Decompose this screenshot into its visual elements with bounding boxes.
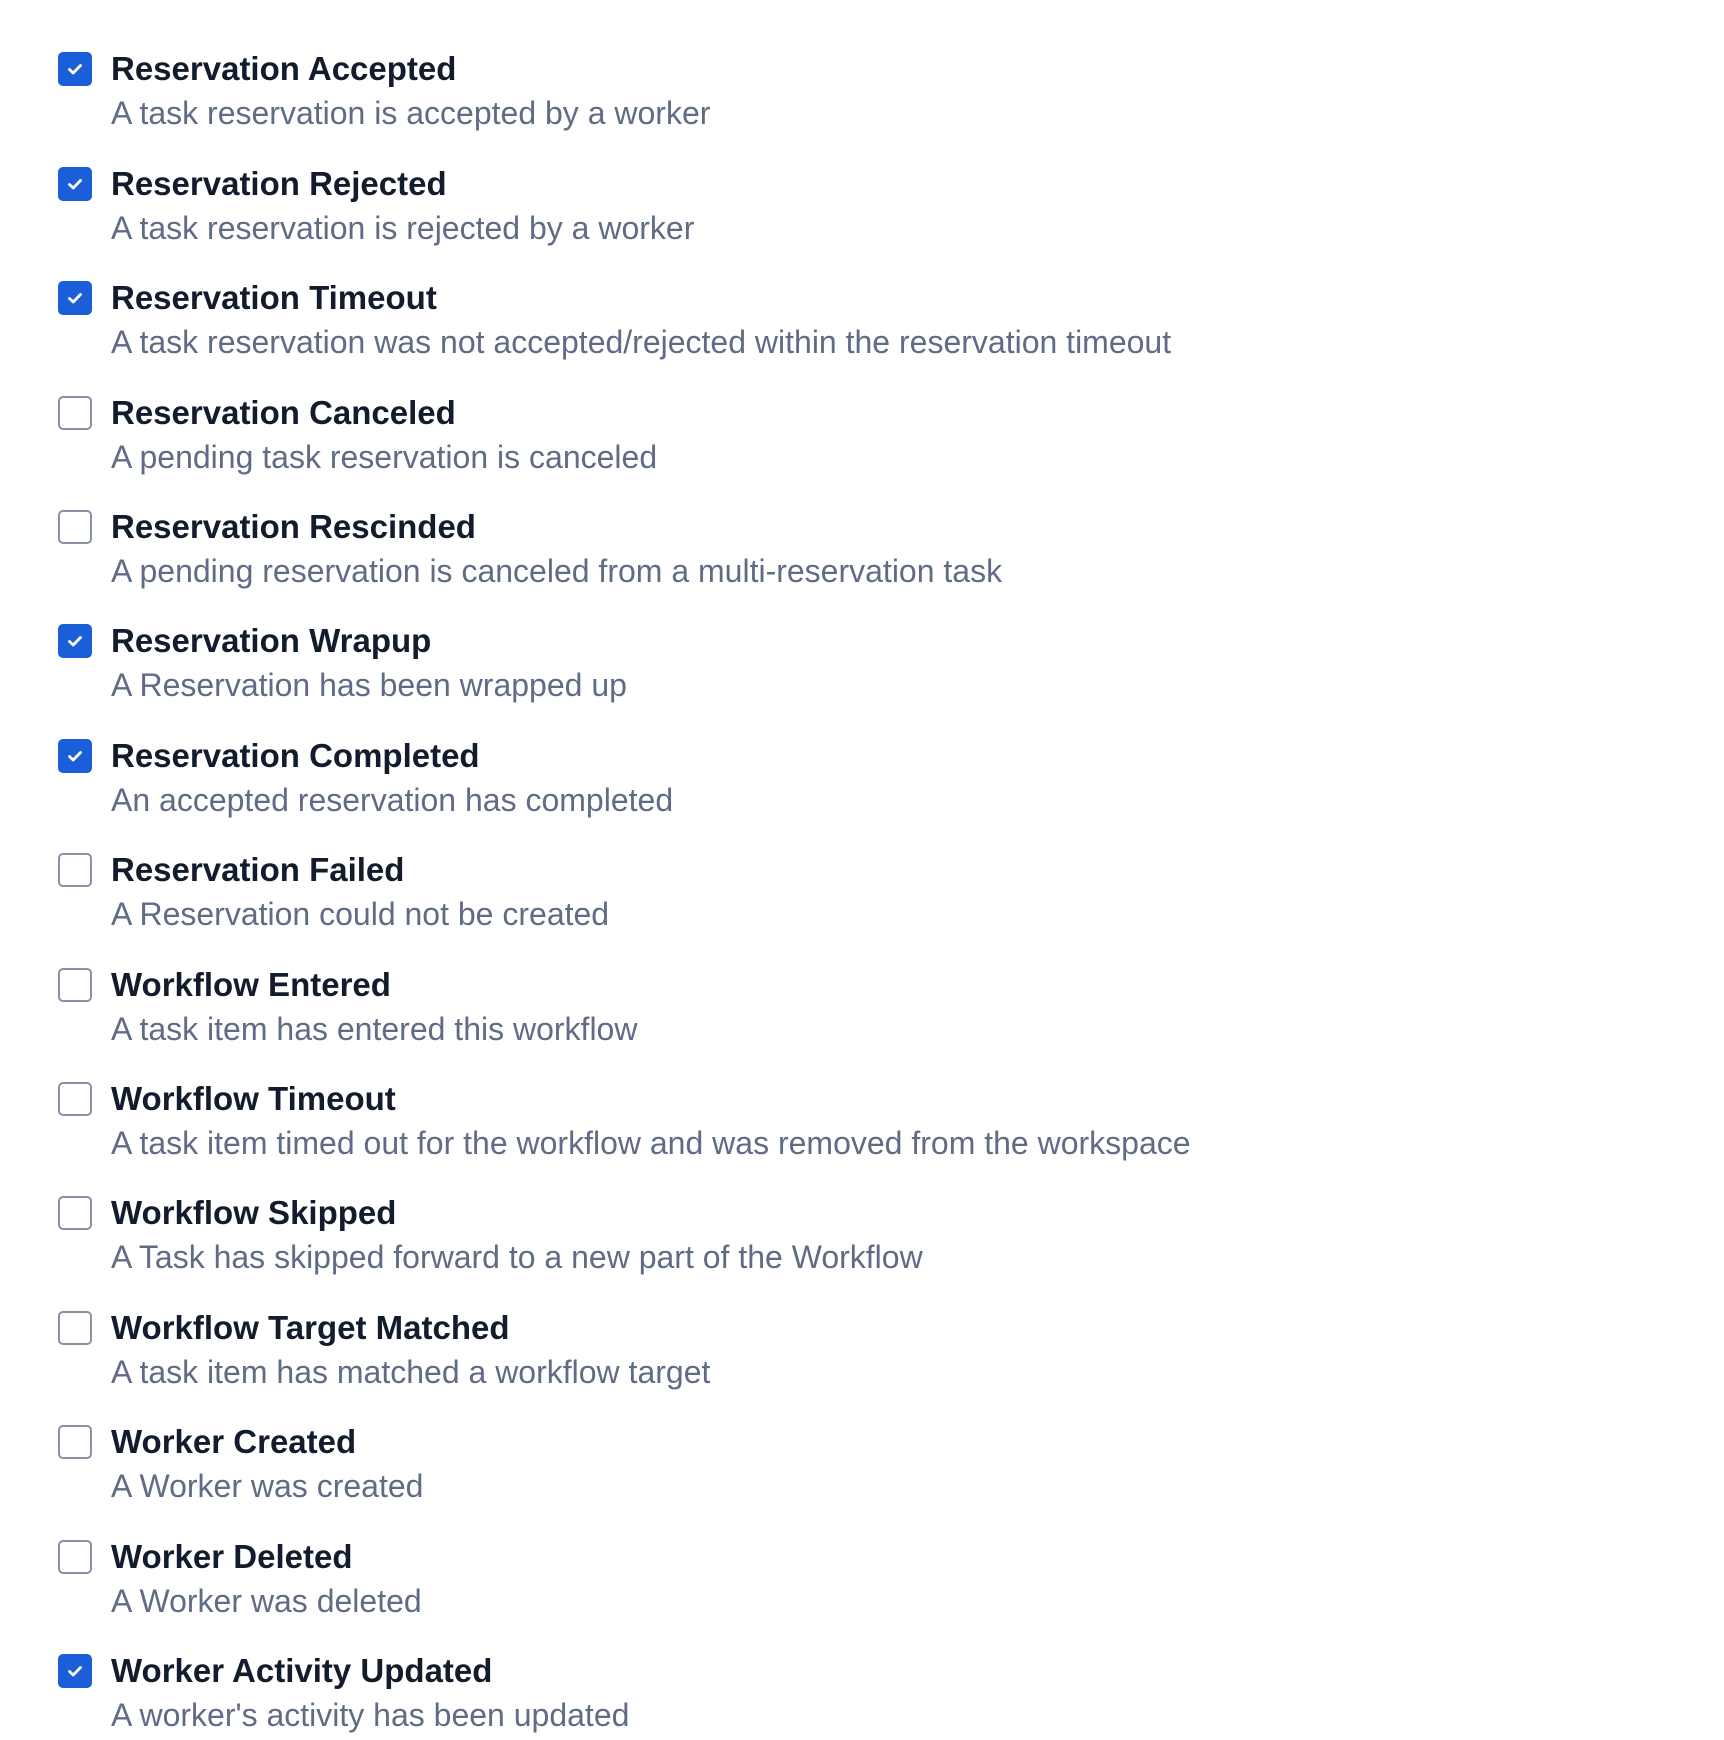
event-description: A Worker was deleted (111, 1583, 422, 1619)
event-item-workflow-skipped: Workflow Skipped A Task has skipped forw… (58, 1179, 1658, 1279)
checkmark-icon (68, 1666, 82, 1677)
checkbox-reservation-failed[interactable] (58, 853, 92, 887)
event-description: A Worker was created (111, 1468, 424, 1504)
event-item-workflow-entered: Workflow Entered A task item has entered… (58, 951, 1658, 1051)
event-title[interactable]: Reservation Rescinded (111, 507, 476, 547)
event-title[interactable]: Reservation Timeout (111, 278, 437, 318)
checkbox-reservation-rejected[interactable] (58, 167, 92, 201)
checkbox-workflow-timeout[interactable] (58, 1082, 92, 1116)
event-title[interactable]: Reservation Completed (111, 736, 480, 776)
checkbox-worker-deleted[interactable] (58, 1540, 92, 1574)
event-description: A pending reservation is canceled from a… (111, 553, 1003, 589)
checkbox-reservation-completed[interactable] (58, 739, 92, 773)
event-item-reservation-completed: Reservation Completed An accepted reserv… (58, 722, 1658, 822)
event-title[interactable]: Reservation Rejected (111, 164, 447, 204)
event-item-reservation-timeout: Reservation Timeout A task reservation w… (58, 264, 1658, 364)
event-description: A task item has matched a workflow targe… (111, 1354, 711, 1390)
checkmark-icon (68, 64, 82, 75)
event-description: A task reservation is accepted by a work… (111, 95, 711, 131)
checkbox-workflow-skipped[interactable] (58, 1196, 92, 1230)
event-description: A pending task reservation is canceled (111, 439, 658, 475)
event-item-reservation-rescinded: Reservation Rescinded A pending reservat… (58, 493, 1658, 593)
event-title[interactable]: Workflow Skipped (111, 1193, 396, 1233)
event-description: A Task has skipped forward to a new part… (111, 1239, 923, 1275)
checkbox-worker-created[interactable] (58, 1425, 92, 1459)
checkmark-icon (68, 293, 82, 304)
event-item-reservation-accepted: Reservation Accepted A task reservation … (58, 35, 1658, 135)
checkmark-icon (68, 179, 82, 190)
event-title[interactable]: Workflow Entered (111, 965, 391, 1005)
event-description: A task item timed out for the workflow a… (111, 1125, 1191, 1161)
event-title[interactable]: Reservation Failed (111, 850, 404, 890)
event-title[interactable]: Workflow Timeout (111, 1079, 396, 1119)
checkmark-icon (68, 636, 82, 647)
event-item-reservation-failed: Reservation Failed A Reservation could n… (58, 836, 1658, 936)
event-description: A Reservation could not be created (111, 896, 610, 932)
checkbox-reservation-canceled[interactable] (58, 396, 92, 430)
event-item-workflow-target-matched: Workflow Target Matched A task item has … (58, 1294, 1658, 1394)
checkbox-reservation-accepted[interactable] (58, 52, 92, 86)
checkbox-reservation-timeout[interactable] (58, 281, 92, 315)
event-item-worker-activity-updated: Worker Activity Updated A worker's activ… (58, 1637, 1658, 1737)
event-item-reservation-wrapup: Reservation Wrapup A Reservation has bee… (58, 607, 1658, 707)
event-item-reservation-canceled: Reservation Canceled A pending task rese… (58, 379, 1658, 479)
event-description: A task reservation was not accepted/reje… (111, 324, 1172, 360)
event-title[interactable]: Reservation Wrapup (111, 621, 431, 661)
event-description: A Reservation has been wrapped up (111, 667, 627, 703)
event-item-reservation-rejected: Reservation Rejected A task reservation … (58, 150, 1658, 250)
event-checkbox-list: Reservation Accepted A task reservation … (0, 0, 1724, 1740)
event-title[interactable]: Reservation Accepted (111, 49, 456, 89)
event-title[interactable]: Worker Activity Updated (111, 1651, 492, 1691)
event-description: A worker's activity has been updated (111, 1697, 630, 1733)
event-item-worker-deleted: Worker Deleted A Worker was deleted (58, 1523, 1658, 1623)
checkbox-workflow-entered[interactable] (58, 968, 92, 1002)
checkbox-reservation-wrapup[interactable] (58, 624, 92, 658)
event-item-workflow-timeout: Workflow Timeout A task item timed out f… (58, 1065, 1658, 1165)
event-title[interactable]: Reservation Canceled (111, 393, 456, 433)
checkbox-reservation-rescinded[interactable] (58, 510, 92, 544)
event-description: A task reservation is rejected by a work… (111, 210, 695, 246)
checkbox-workflow-target-matched[interactable] (58, 1311, 92, 1345)
event-description: A task item has entered this workflow (111, 1011, 638, 1047)
event-item-worker-created: Worker Created A Worker was created (58, 1408, 1658, 1508)
event-title[interactable]: Worker Deleted (111, 1537, 352, 1577)
checkbox-worker-activity-updated[interactable] (58, 1654, 92, 1688)
event-title[interactable]: Workflow Target Matched (111, 1308, 509, 1348)
checkmark-icon (68, 751, 82, 762)
event-title[interactable]: Worker Created (111, 1422, 356, 1462)
event-description: An accepted reservation has completed (111, 782, 674, 818)
